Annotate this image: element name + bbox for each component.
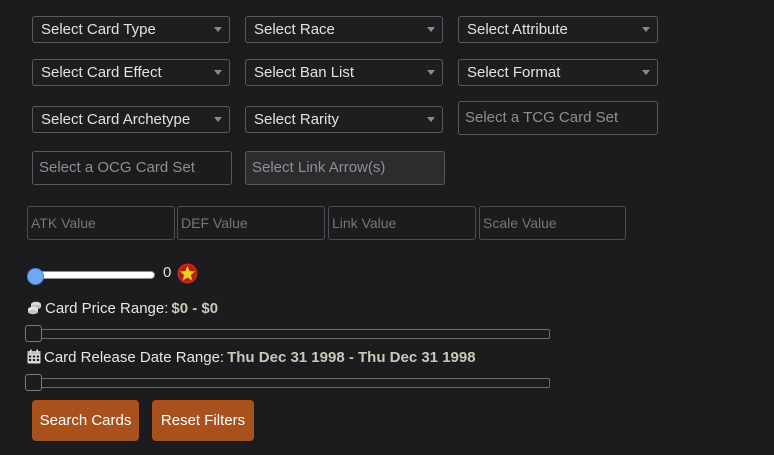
price-range-label: Card Price Range: $0 - $0 (27, 300, 218, 317)
ocg-card-set-placeholder: Select a OCG Card Set (39, 159, 195, 176)
chevron-down-icon (642, 70, 650, 75)
atk-value-placeholder: ATK Value (31, 215, 96, 231)
card-type-select-value: Select Card Type (41, 21, 156, 38)
archetype-select-value: Select Card Archetype (41, 111, 191, 128)
price-range-title: Card Price Range: (45, 300, 169, 317)
chevron-down-icon (427, 70, 435, 75)
date-range-value: Thu Dec 31 1998 - Thu Dec 31 1998 (227, 349, 476, 366)
date-range-label: Card Release Date Range: Thu Dec 31 1998 … (27, 349, 476, 366)
level-star-icon (177, 263, 198, 284)
link-value-placeholder: Link Value (332, 215, 397, 231)
link-value-input[interactable]: Link Value (328, 206, 476, 240)
scale-value-input[interactable]: Scale Value (479, 206, 626, 240)
tcg-card-set-placeholder: Select a TCG Card Set (465, 109, 619, 126)
archetype-select[interactable]: Select Card Archetype (32, 106, 230, 133)
price-range-value: $0 - $0 (171, 300, 219, 317)
chevron-down-icon (427, 117, 435, 122)
level-slider-track[interactable] (30, 271, 155, 279)
search-cards-button[interactable]: Search Cards (32, 400, 139, 441)
date-range-slider[interactable] (25, 378, 550, 388)
level-slider-thumb[interactable] (27, 268, 44, 285)
card-effect-select-value: Select Card Effect (41, 64, 162, 81)
format-select[interactable]: Select Format (458, 59, 658, 86)
tcg-card-set-input[interactable]: Select a TCG Card Set (458, 101, 658, 135)
format-select-value: Select Format (467, 64, 561, 81)
link-arrows-placeholder: Select Link Arrow(s) (252, 159, 386, 176)
chevron-down-icon (214, 117, 222, 122)
race-select[interactable]: Select Race (245, 16, 443, 43)
card-effect-select[interactable]: Select Card Effect (32, 59, 230, 86)
ban-list-select[interactable]: Select Ban List (245, 59, 443, 86)
reset-filters-button[interactable]: Reset Filters (152, 400, 254, 441)
date-range-title: Card Release Date Range: (44, 349, 225, 366)
def-value-placeholder: DEF Value (181, 215, 248, 231)
rarity-select[interactable]: Select Rarity (245, 106, 443, 133)
chevron-down-icon (427, 27, 435, 32)
race-select-value: Select Race (254, 21, 335, 38)
attribute-select[interactable]: Select Attribute (458, 16, 658, 43)
ban-list-select-value: Select Ban List (254, 64, 355, 81)
price-range-handle[interactable] (25, 325, 42, 342)
calendar-icon (27, 349, 41, 364)
link-arrows-input[interactable]: Select Link Arrow(s) (245, 151, 445, 185)
def-value-input[interactable]: DEF Value (177, 206, 325, 240)
chevron-down-icon (214, 70, 222, 75)
chevron-down-icon (642, 27, 650, 32)
atk-value-input[interactable]: ATK Value (27, 206, 175, 240)
rarity-select-value: Select Rarity (254, 111, 340, 128)
coins-icon (28, 301, 41, 315)
chevron-down-icon (214, 27, 222, 32)
attribute-select-value: Select Attribute (467, 21, 568, 38)
price-range-slider[interactable] (25, 329, 550, 339)
date-range-handle[interactable] (25, 374, 42, 391)
ocg-card-set-input[interactable]: Select a OCG Card Set (32, 151, 232, 185)
scale-value-placeholder: Scale Value (483, 215, 557, 231)
level-value: 0 (163, 264, 172, 281)
card-type-select[interactable]: Select Card Type (32, 16, 230, 43)
